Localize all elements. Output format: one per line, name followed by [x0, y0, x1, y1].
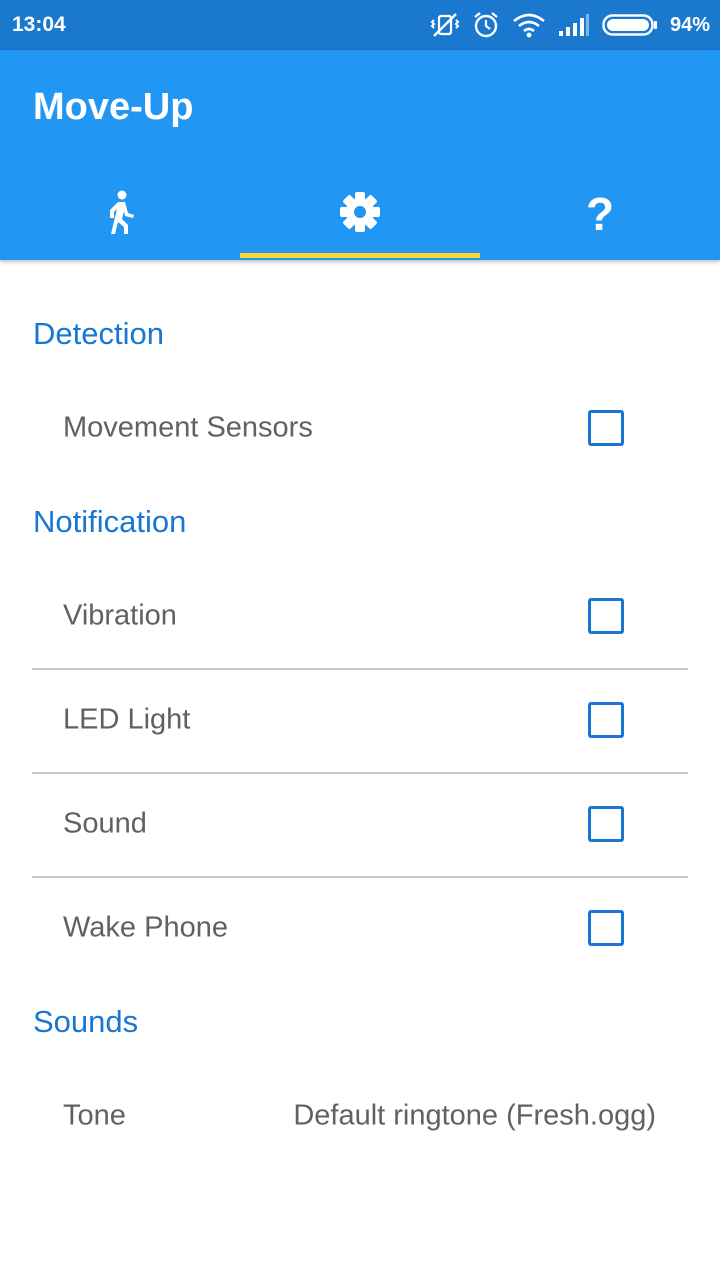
pref-tone[interactable]: Tone Default ringtone (Fresh.ogg) — [32, 1064, 688, 1168]
movement-sensors-checkbox[interactable] — [588, 410, 624, 446]
pref-sound[interactable]: Sound — [32, 772, 688, 878]
status-icons: 94% — [430, 10, 710, 40]
tab-indicator — [240, 253, 480, 258]
wake-phone-checkbox[interactable] — [588, 910, 624, 946]
section-title-notification: Notification — [33, 504, 187, 539]
app-title: Move-Up — [33, 86, 194, 128]
led-light-checkbox[interactable] — [588, 702, 624, 738]
tab-settings[interactable] — [240, 170, 480, 258]
battery-icon — [602, 13, 658, 37]
tab-bar: ? — [0, 170, 720, 258]
tone-value: Default ringtone (Fresh.ogg) — [293, 1099, 656, 1132]
pref-label: LED Light — [63, 703, 191, 736]
wifi-icon — [512, 12, 546, 38]
pref-vibration[interactable]: Vibration — [32, 564, 688, 670]
walking-person-icon — [103, 189, 137, 240]
pref-label: Tone — [63, 1099, 126, 1132]
pref-wake-phone[interactable]: Wake Phone — [32, 876, 688, 980]
pref-movement-sensors[interactable]: Movement Sensors — [32, 376, 688, 480]
pref-label: Sound — [63, 807, 147, 840]
status-time: 13:04 — [12, 13, 66, 36]
tab-help[interactable]: ? — [480, 170, 720, 258]
battery-percent: 94% — [669, 13, 710, 36]
app-bar: Move-Up ? — [0, 50, 720, 260]
gear-icon — [338, 190, 382, 239]
section-title-sounds: Sounds — [33, 1004, 139, 1039]
pref-led-light[interactable]: LED Light — [32, 668, 688, 774]
pref-label: Vibration — [63, 599, 177, 632]
vibrate-off-icon — [430, 11, 460, 39]
vibration-checkbox[interactable] — [588, 598, 624, 634]
status-bar: 13:04 94% — [0, 0, 720, 50]
section-title-detection: Detection — [33, 316, 164, 351]
sound-checkbox[interactable] — [588, 806, 624, 842]
alarm-icon — [472, 11, 500, 39]
tab-activity[interactable] — [0, 170, 240, 258]
signal-icon — [558, 13, 590, 37]
help-icon: ? — [585, 188, 615, 240]
pref-label: Movement Sensors — [63, 411, 313, 444]
pref-label: Wake Phone — [63, 911, 228, 944]
